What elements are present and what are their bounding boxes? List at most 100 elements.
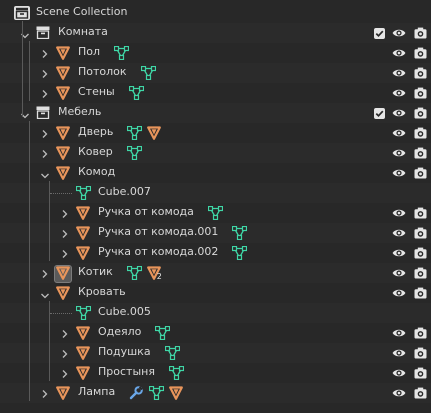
- camera-icon[interactable]: [414, 127, 427, 142]
- camera-icon[interactable]: [414, 167, 427, 182]
- camera-icon[interactable]: [414, 27, 427, 42]
- item-label: Комод: [78, 165, 116, 178]
- eye-icon[interactable]: [392, 348, 406, 361]
- chevron-right-icon[interactable]: [41, 49, 49, 62]
- camera-icon[interactable]: [414, 47, 427, 62]
- object-icon: [56, 266, 70, 283]
- camera-icon[interactable]: [414, 67, 427, 82]
- object-icon[interactable]: [169, 386, 184, 403]
- object-icon: [56, 46, 70, 63]
- object-icon: [56, 126, 70, 143]
- item-label: Лампа: [78, 385, 116, 398]
- mesh-data-icon[interactable]: [232, 245, 248, 263]
- camera-icon[interactable]: [414, 87, 427, 102]
- exclude-checkbox[interactable]: [373, 27, 385, 42]
- item-label: Ковер: [78, 145, 113, 158]
- eye-icon[interactable]: [392, 388, 406, 401]
- item-label: Ручка от комода.002: [98, 245, 219, 258]
- camera-icon[interactable]: [414, 267, 427, 282]
- item-label: Ручка от комода.001: [98, 225, 219, 238]
- eye-icon[interactable]: [392, 368, 406, 381]
- eye-icon[interactable]: [392, 168, 406, 181]
- camera-icon[interactable]: [414, 207, 427, 222]
- chevron-right-icon[interactable]: [41, 389, 49, 402]
- object-icon: [76, 346, 90, 363]
- chevron-right-icon[interactable]: [61, 229, 69, 242]
- mesh-data-icon[interactable]: [128, 85, 144, 103]
- eye-icon[interactable]: [392, 148, 406, 161]
- camera-icon[interactable]: [414, 387, 427, 402]
- mesh-data-icon[interactable]: [207, 205, 224, 223]
- item-label: Одеяло: [98, 325, 142, 338]
- camera-icon[interactable]: [414, 287, 427, 302]
- eye-icon[interactable]: [392, 28, 406, 41]
- hierarchy-line: [29, 121, 30, 401]
- hierarchy-dotted-connector: [50, 313, 72, 315]
- chevron-right-icon[interactable]: [41, 69, 49, 82]
- chevron-right-icon[interactable]: [61, 369, 69, 382]
- eye-icon[interactable]: [392, 208, 406, 221]
- chevron-right-icon[interactable]: [41, 269, 49, 282]
- item-label: Потолок: [78, 65, 127, 78]
- item-label: Кровать: [78, 285, 126, 298]
- item-label: Стены: [78, 85, 115, 98]
- item-label: Cube.005: [98, 305, 151, 318]
- chevron-right-icon[interactable]: [41, 129, 49, 142]
- mesh-data-icon[interactable]: [140, 65, 156, 83]
- chevron-right-icon[interactable]: [61, 349, 69, 362]
- eye-icon[interactable]: [392, 228, 406, 241]
- camera-icon[interactable]: [414, 367, 427, 382]
- object-icon: [76, 366, 90, 383]
- chevron-right-icon[interactable]: [61, 249, 69, 262]
- mesh-data-icon[interactable]: [232, 225, 248, 243]
- eye-icon[interactable]: [392, 48, 406, 61]
- hierarchy-dotted-connector: [50, 193, 72, 195]
- mesh-data-icon[interactable]: [113, 45, 130, 63]
- mesh-data-icon[interactable]: [127, 125, 143, 143]
- item-label: Мебель: [58, 105, 102, 118]
- mesh-data-icon: [75, 305, 92, 323]
- item-label: Пол: [78, 45, 101, 58]
- eye-icon[interactable]: [392, 328, 406, 341]
- collection-icon: [36, 26, 50, 42]
- eye-icon[interactable]: [392, 288, 406, 301]
- object-icon[interactable]: [147, 126, 162, 143]
- object-icon: [56, 386, 70, 403]
- camera-icon[interactable]: [414, 227, 427, 242]
- eye-icon[interactable]: [392, 248, 406, 261]
- object-icon: [56, 286, 70, 303]
- mesh-data-icon[interactable]: [126, 265, 142, 283]
- object-icon: [56, 146, 70, 163]
- mesh-data-icon[interactable]: [168, 365, 185, 383]
- item-label: Ручка от комода: [98, 205, 194, 218]
- eye-icon[interactable]: [392, 128, 406, 141]
- item-label: Scene Collection: [36, 5, 128, 18]
- chevron-right-icon[interactable]: [61, 329, 69, 342]
- item-label: Простыня: [98, 365, 155, 378]
- eye-icon[interactable]: [392, 268, 406, 281]
- chevron-right-icon[interactable]: [41, 89, 49, 102]
- modifier-wrench-icon[interactable]: [129, 386, 144, 403]
- eye-icon[interactable]: [392, 108, 406, 121]
- item-label: Котик: [78, 265, 113, 278]
- exclude-checkbox[interactable]: [373, 107, 385, 122]
- object-icon: [76, 206, 90, 223]
- camera-icon[interactable]: [414, 327, 427, 342]
- object-icon: [56, 86, 70, 103]
- object-icon: [76, 226, 90, 243]
- mesh-data-icon[interactable]: [149, 385, 165, 403]
- hierarchy-line: [22, 21, 23, 117]
- eye-icon[interactable]: [392, 68, 406, 81]
- camera-icon[interactable]: [414, 107, 427, 122]
- mesh-data-icon[interactable]: [155, 325, 171, 343]
- eye-icon[interactable]: [392, 88, 406, 101]
- mesh-data-icon[interactable]: [126, 145, 142, 163]
- chevron-right-icon[interactable]: [41, 149, 49, 162]
- camera-icon[interactable]: [414, 147, 427, 162]
- collection-icon: [36, 106, 50, 122]
- mesh-data-icon[interactable]: [164, 345, 180, 363]
- camera-icon[interactable]: [414, 247, 427, 262]
- chevron-right-icon[interactable]: [61, 209, 69, 222]
- camera-icon[interactable]: [414, 347, 427, 362]
- hierarchy-line: [29, 41, 30, 101]
